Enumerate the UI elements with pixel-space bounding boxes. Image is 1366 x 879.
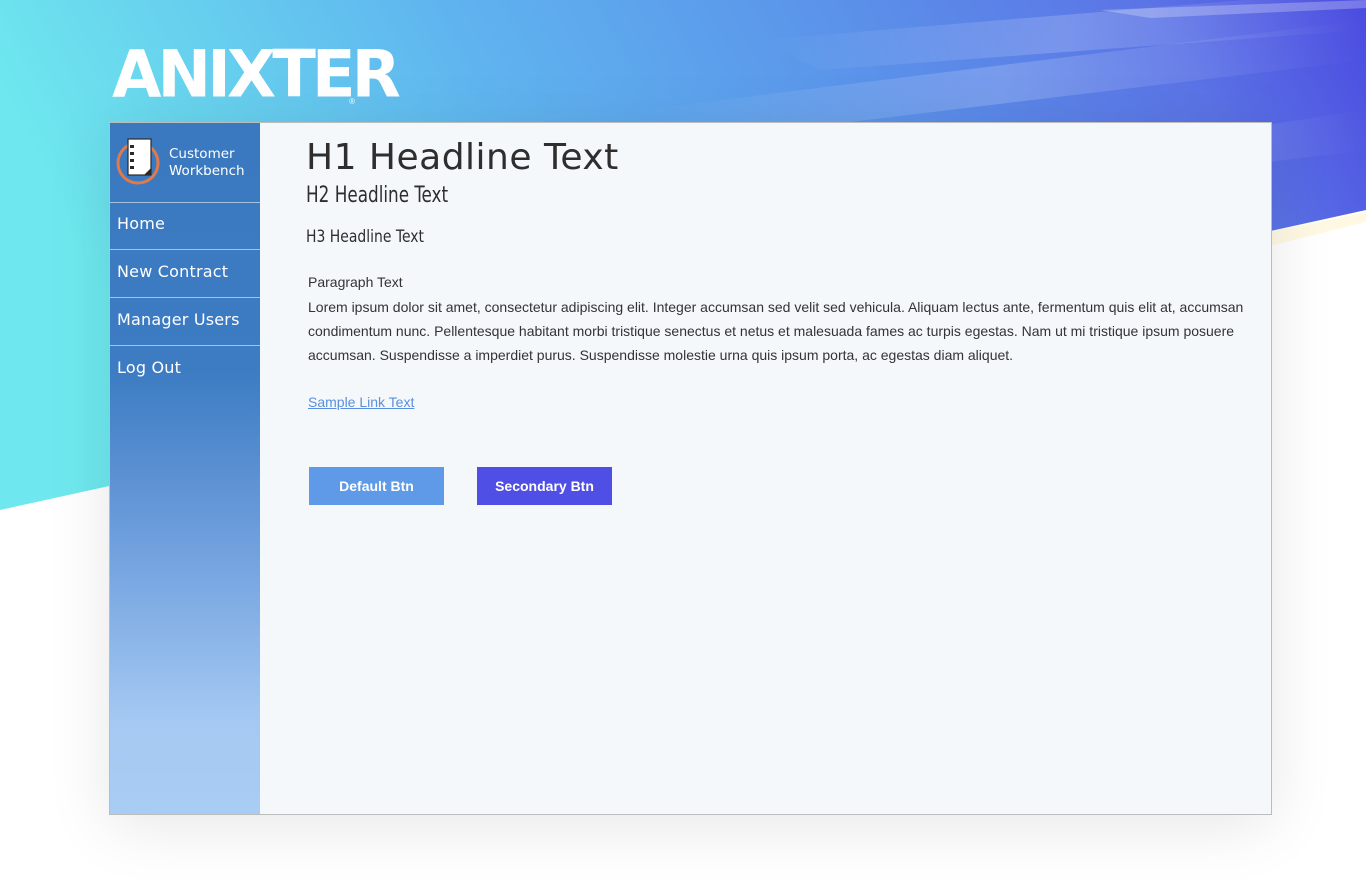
h1-headline: H1 Headline Text [306,137,619,178]
h3-headline: H3 Headline Text [306,227,425,247]
sidebar-item-label: New Contract [117,262,229,281]
app-name-line1: Customer [169,146,235,162]
page: ANIXTER ® Customer Workbench Home New Co… [0,0,1366,879]
app-window: Customer Workbench Home New Contract Man… [109,122,1272,815]
main-content: H1 Headline Text H2 Headline Text H3 Hea… [260,123,1271,814]
sample-link[interactable]: Sample Link Text [308,394,414,410]
sidebar-item-label: Log Out [117,358,182,377]
sidebar-item-home[interactable]: Home [110,202,260,250]
anixter-logo: ANIXTER ® [112,39,401,110]
app-brand: Customer Workbench [110,123,260,203]
app-name: Customer Workbench [169,146,245,180]
sidebar-item-log-out[interactable]: Log Out [110,346,260,394]
sidebar-item-new-contract[interactable]: New Contract [110,250,260,298]
h2-headline: H2 Headline Text [306,183,449,208]
paragraph-text: Lorem ipsum dolor sit amet, consectetur … [308,299,1244,363]
checklist-icon [116,138,160,185]
sidebar-item-label: Home [117,214,166,233]
default-button[interactable]: Default Btn [309,467,444,505]
paragraph-label: Paragraph Text [308,274,403,290]
sidebar-item-label: Manager Users [117,310,240,329]
app-name-line2: Workbench [169,163,245,179]
secondary-button[interactable]: Secondary Btn [477,467,612,505]
logo-registered-mark: ® [349,97,355,106]
sidebar-item-manager-users[interactable]: Manager Users [110,298,260,346]
sidebar: Customer Workbench Home New Contract Man… [110,123,260,814]
